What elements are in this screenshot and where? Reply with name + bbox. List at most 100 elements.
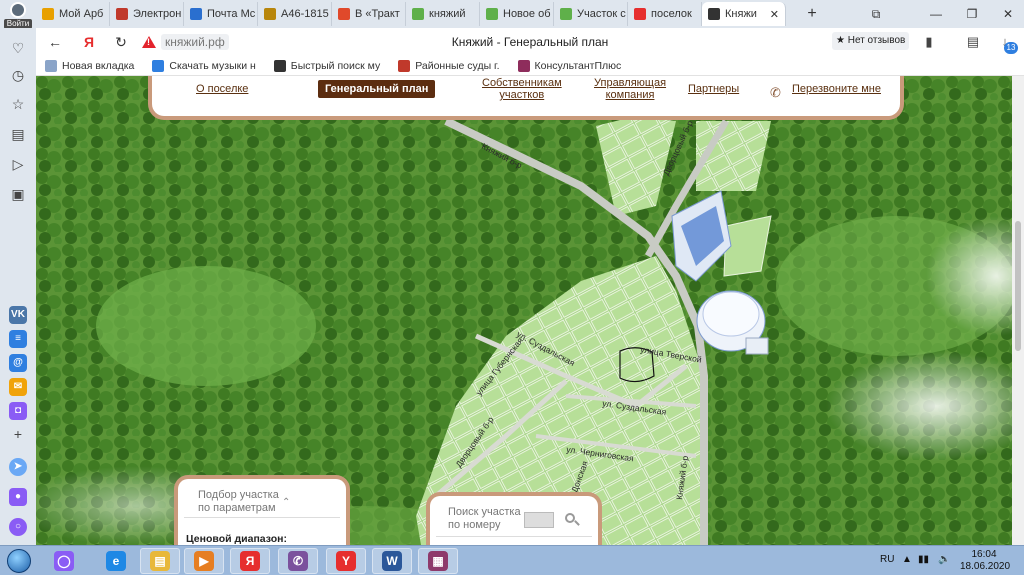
filter-title-line2: по параметрам (198, 502, 276, 514)
court-icon (398, 59, 411, 72)
menu-owners-line2: участков (499, 89, 545, 101)
taskbar-explorer-button[interactable]: ▤ (140, 548, 180, 574)
notes-icon[interactable]: ▤ (8, 124, 28, 144)
taskbar-alice-button[interactable]: ◯ (44, 548, 84, 574)
taskbar-yandex-button[interactable]: Я (230, 548, 270, 574)
vk-icon[interactable]: VK (9, 306, 27, 324)
menu-master-plan[interactable]: Генеральный план (318, 80, 436, 98)
alice-icon[interactable]: ○ (9, 518, 27, 536)
menu-owners[interactable]: Собственникам участков (482, 77, 562, 101)
master-plan-map[interactable]: Княжий б-р Дворцовый б-р ул. Суздальская… (36, 76, 1012, 545)
network-icon[interactable]: ▮▮ (918, 554, 929, 575)
tab-favicon-icon (486, 8, 498, 20)
profile-button[interactable]: Войти (4, 2, 32, 29)
minimize-button[interactable]: — (920, 0, 952, 28)
bell-icon[interactable]: ♡ (8, 38, 28, 58)
docs-icon[interactable]: ≡ (9, 330, 27, 348)
address-bar: ← Я ↻ княжий.рф Княжий - Генеральный пла… (36, 28, 1024, 56)
bookmark-search[interactable]: Быстрый поиск му (265, 59, 389, 72)
browser-tab[interactable]: поселок (628, 2, 702, 26)
messenger-icon[interactable]: ◘ (9, 402, 27, 420)
taskbar-ie-button[interactable]: e (96, 548, 136, 574)
tab-favicon-icon (634, 8, 646, 20)
filter-panel-title[interactable]: Подбор участка по параметрам (198, 489, 279, 515)
new-tab-button[interactable]: + (802, 4, 822, 24)
close-window-button[interactable]: ✕ (992, 0, 1024, 28)
filter-panel: Подбор участка по параметрам ⌃ Ценовой д… (174, 475, 350, 545)
tab-title: княжий (429, 8, 466, 20)
mail-ru-icon[interactable]: ✉ (9, 378, 27, 396)
browser-tab[interactable]: В «Тракт (332, 2, 406, 26)
close-tab-icon[interactable]: ✕ (770, 8, 779, 21)
plot-number-input[interactable] (524, 512, 554, 528)
menu-owners-line1: Собственникам (482, 77, 562, 89)
browser-tab[interactable]: А46-1815 (258, 2, 332, 26)
browser-sidebar: ♡ ◷ ☆ ▤ ▷ ▣ VK ≡ @ ✉ ◘ + ➤ ● ○ (0, 28, 36, 545)
taskbar-media-button[interactable]: ▶ (184, 548, 224, 574)
menu-management[interactable]: Управляющая компания (594, 77, 666, 101)
tab-favicon-icon (412, 8, 424, 20)
menu-partners[interactable]: Партнеры (688, 83, 739, 95)
bookmark-consultant[interactable]: КонсультантПлюс (509, 59, 631, 72)
media-icon: ▶ (194, 551, 214, 571)
browser-tab[interactable]: княжий (406, 2, 480, 26)
tab-favicon-icon (42, 8, 54, 20)
restore-button[interactable]: ❐ (956, 0, 988, 28)
screenshot-icon[interactable]: ▣ (8, 184, 28, 204)
chevron-up-icon[interactable]: ⌃ (282, 497, 290, 508)
browser-tab[interactable]: Княжи ✕ (702, 2, 786, 26)
bookmark-new-tab[interactable]: Новая вкладка (36, 59, 143, 72)
bookmarks-manager-icon[interactable]: ⧉ (860, 0, 892, 28)
protect-icon[interactable]: ▤ (964, 33, 982, 51)
bookmark-court[interactable]: Районные суды г. (389, 59, 508, 72)
site-page: Княжий б-р Дворцовый б-р ул. Суздальская… (36, 76, 1012, 545)
star-icon[interactable]: ☆ (8, 94, 28, 114)
browser-tab[interactable]: Почта Mc (184, 2, 258, 26)
tab-favicon-icon (190, 8, 202, 20)
tab-title: Новое об (503, 8, 551, 20)
taskbar-word-button[interactable]: W (372, 548, 412, 574)
mail-icon[interactable]: @ (9, 354, 27, 372)
browser-tab[interactable]: Участок с (554, 2, 628, 26)
yandex-messenger-icon[interactable]: ● (9, 488, 27, 506)
bookmark-icon[interactable]: ▮ (920, 33, 938, 51)
tab-favicon-icon (264, 8, 276, 20)
search-icon[interactable] (564, 512, 580, 528)
reviews-button[interactable]: ★ Нет отзывов (832, 32, 910, 50)
tab-favicon-icon (116, 8, 128, 20)
tab-title: Электрон (133, 8, 182, 20)
clock[interactable]: 16:04 18.06.2020 (960, 549, 1010, 573)
clock-icon[interactable]: ◷ (8, 65, 28, 85)
scrollbar-thumb[interactable] (1015, 221, 1021, 351)
menu-call-me[interactable]: Перезвоните мне (792, 83, 881, 95)
number-panel-title: Поиск участка по номеру (448, 506, 521, 532)
number-title-line1: Поиск участка (448, 506, 521, 518)
send-icon[interactable]: ➤ (9, 458, 27, 476)
menu-management-line2: компания (605, 89, 655, 101)
bookmark-music[interactable]: Скачать музыки н (143, 59, 264, 72)
bookmark-label: Быстрый поиск му (290, 59, 381, 72)
language-indicator[interactable]: RU (880, 554, 894, 575)
browser-tab[interactable]: Новое об (480, 2, 554, 26)
winrar-icon: ▦ (428, 551, 448, 571)
ie-icon: e (106, 551, 126, 571)
explorer-icon: ▤ (150, 551, 170, 571)
user-avatar-icon (10, 2, 26, 18)
windows-logo-icon (7, 549, 31, 573)
volume-icon[interactable]: 🔈 (938, 554, 950, 575)
add-panel-icon[interactable]: + (8, 424, 28, 444)
tray-arrow-icon[interactable]: ▲ (902, 554, 912, 575)
menu-about[interactable]: О поселке (196, 83, 248, 95)
browser-tab[interactable]: Электрон (110, 2, 184, 26)
downloads-count-badge: 13 (1004, 42, 1018, 54)
browser-tab[interactable]: Мой Арб (36, 2, 110, 26)
taskbar-viber-button[interactable]: ✆ (278, 548, 318, 574)
taskbar-yandex-browser-button[interactable]: Y (326, 548, 366, 574)
tab-title: В «Тракт (355, 8, 400, 20)
tab-favicon-icon (560, 8, 572, 20)
taskbar-winrar-button[interactable]: ▦ (418, 548, 458, 574)
start-button[interactable] (4, 547, 34, 575)
windows-taskbar: ◯ e ▤ ▶ Я ✆ Y W ▦ RU ▲ ▮▮ 🔈 16:04 18.06.2020 (0, 545, 1024, 575)
page-scrollbar[interactable] (1012, 76, 1024, 545)
play-icon[interactable]: ▷ (8, 154, 28, 174)
